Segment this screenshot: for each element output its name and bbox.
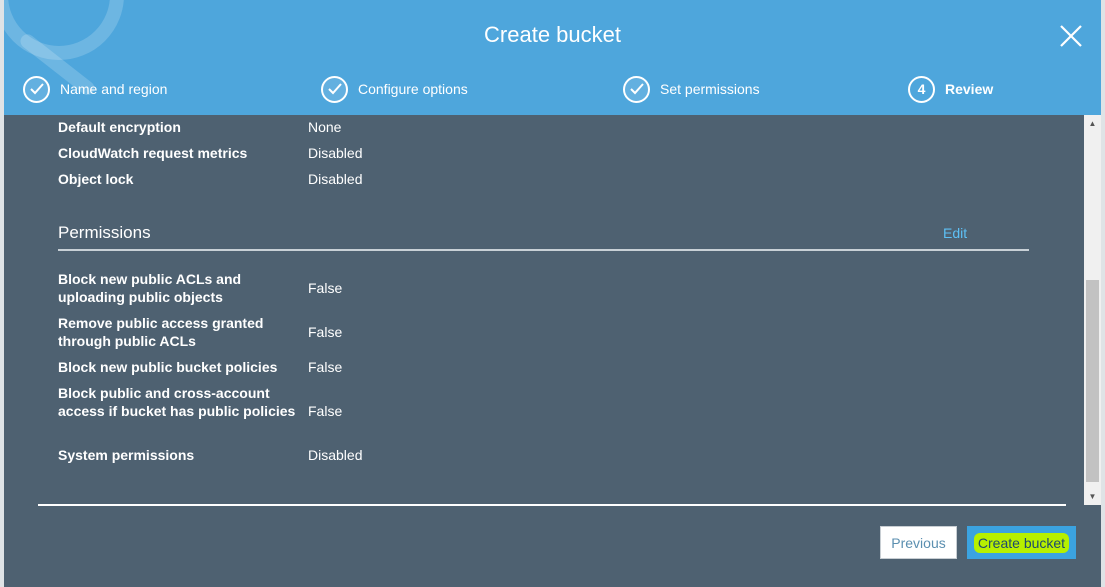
scrollbar-thumb[interactable]	[1086, 280, 1099, 482]
permission-label: Block new public bucket policies	[58, 359, 278, 375]
option-label: Object lock	[58, 171, 134, 187]
modal-title: Create bucket	[484, 22, 621, 47]
step-configure-options[interactable]: Configure options	[321, 75, 468, 103]
scroll-up-arrow-icon[interactable]: ▲	[1084, 115, 1101, 132]
create-bucket-button[interactable]: Create bucket	[967, 526, 1076, 559]
create-bucket-modal: Create bucket Name and region Configure …	[4, 0, 1101, 587]
footer-divider	[38, 504, 1066, 506]
review-content: Default encryption None CloudWatch reque…	[4, 115, 1084, 493]
step-number-badge: 4	[908, 75, 935, 103]
content-scrollbar[interactable]: ▲ ▼	[1084, 115, 1101, 505]
permission-label: Block public and cross-account access if…	[58, 385, 296, 419]
step-review[interactable]: 4 Review	[908, 75, 993, 103]
create-bucket-label: Create bucket	[973, 532, 1070, 553]
edit-permissions-link[interactable]: Edit	[943, 225, 967, 241]
permission-label: Remove public access granted through pub…	[58, 315, 264, 349]
permission-label: Block new public ACLs and uploading publ…	[58, 271, 242, 305]
step-label: Review	[945, 81, 994, 97]
previous-button[interactable]: Previous	[880, 526, 957, 559]
close-icon[interactable]	[1059, 24, 1083, 48]
option-label: CloudWatch request metrics	[58, 145, 248, 161]
check-circle-icon	[623, 75, 650, 103]
page-backdrop-right	[1101, 0, 1105, 587]
check-circle-icon	[321, 75, 348, 103]
step-name-and-region[interactable]: Name and region	[23, 75, 167, 103]
option-label: Default encryption	[58, 119, 181, 135]
permission-value: False	[308, 280, 343, 296]
scroll-down-arrow-icon[interactable]: ▼	[1084, 488, 1101, 505]
check-circle-icon	[23, 75, 50, 103]
permission-value: False	[308, 359, 343, 375]
option-value: Disabled	[308, 145, 363, 161]
permission-value: False	[308, 324, 343, 340]
permission-value: False	[308, 403, 343, 419]
modal-header: Create bucket Name and region Configure …	[4, 0, 1101, 115]
option-value: None	[308, 119, 342, 135]
step-set-permissions[interactable]: Set permissions	[623, 75, 760, 103]
permission-label: System permissions	[58, 447, 195, 463]
permissions-section-title: Permissions	[58, 223, 151, 242]
step-label: Configure options	[358, 81, 468, 97]
option-value: Disabled	[308, 171, 363, 187]
step-label: Name and region	[60, 81, 168, 97]
permission-value: Disabled	[308, 447, 363, 463]
step-label: Set permissions	[660, 81, 760, 97]
section-divider	[58, 249, 1029, 251]
